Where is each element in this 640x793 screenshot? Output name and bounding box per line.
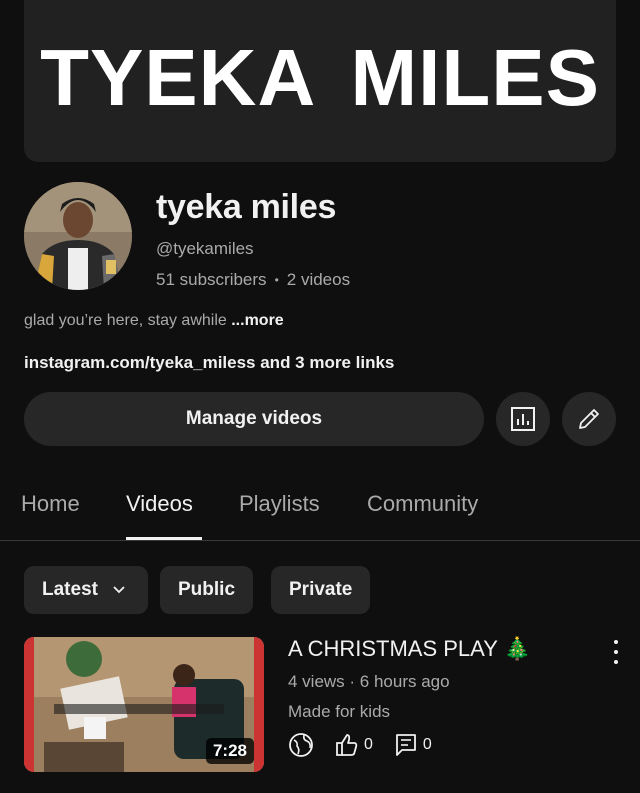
stats-separator: •: [274, 273, 279, 287]
chevron-down-icon: [113, 586, 125, 594]
analytics-button[interactable]: [496, 392, 550, 446]
avatar[interactable]: [24, 182, 132, 290]
globe-icon: [289, 733, 313, 757]
comments-indicator: 0: [393, 732, 432, 758]
more-link[interactable]: ...more: [231, 312, 283, 329]
channel-banner: TYEKA MILES: [24, 0, 616, 162]
video-stats: 0 0: [288, 732, 442, 758]
tab-community[interactable]: Community: [367, 491, 478, 517]
visibility-indicator: [288, 732, 314, 758]
channel-name: tyeka miles: [156, 188, 337, 226]
public-label: Public: [178, 579, 236, 600]
video-meta: 4 views · 6 hours ago: [288, 672, 450, 691]
avatar-photo: [24, 182, 132, 290]
more-options-icon[interactable]: [606, 640, 626, 664]
video-duration: 7:28: [205, 738, 254, 764]
channel-links[interactable]: instagram.com/tyeka_miless and 3 more li…: [24, 353, 394, 373]
tab-home[interactable]: Home: [21, 491, 80, 517]
sort-dropdown[interactable]: Latest: [24, 566, 148, 614]
video-audience: Made for kids: [288, 702, 391, 721]
video-title[interactable]: A CHRISTMAS PLAY 🎄: [288, 636, 531, 662]
channel-description[interactable]: glad you’re here, stay awhile ...more: [24, 312, 284, 330]
channel-tabs: Home Videos Playlists Community: [0, 475, 640, 541]
likes-count: 0: [364, 736, 373, 753]
filter-private-chip[interactable]: Private: [271, 566, 371, 614]
channel-stats: 51 subscribers • 2 videos: [156, 270, 350, 290]
channel-handle: @tyekamiles: [156, 239, 254, 258]
comment-icon: [396, 734, 416, 756]
thumbs-up-icon: [336, 734, 358, 756]
edit-channel-button[interactable]: [562, 392, 616, 446]
likes-indicator: 0: [334, 732, 373, 758]
video-thumbnail[interactable]: 7:28: [24, 637, 264, 772]
analytics-icon: [511, 407, 535, 431]
tab-playlists[interactable]: Playlists: [239, 491, 320, 517]
active-tab-indicator: [126, 537, 202, 540]
banner-title: TYEKA MILES: [40, 33, 600, 122]
tab-videos[interactable]: Videos: [126, 491, 193, 517]
comments-count: 0: [422, 736, 432, 753]
manage-videos-button[interactable]: Manage videos: [24, 392, 484, 446]
sort-label: Latest: [42, 579, 98, 600]
private-label: Private: [289, 579, 353, 600]
filter-public-chip[interactable]: Public: [160, 566, 254, 614]
edit-pencil-icon: [579, 409, 599, 429]
video-count: 2 videos: [286, 270, 351, 289]
subscriber-count: 51 subscribers: [156, 270, 267, 289]
description-text: glad you’re here, stay awhile: [24, 312, 232, 329]
